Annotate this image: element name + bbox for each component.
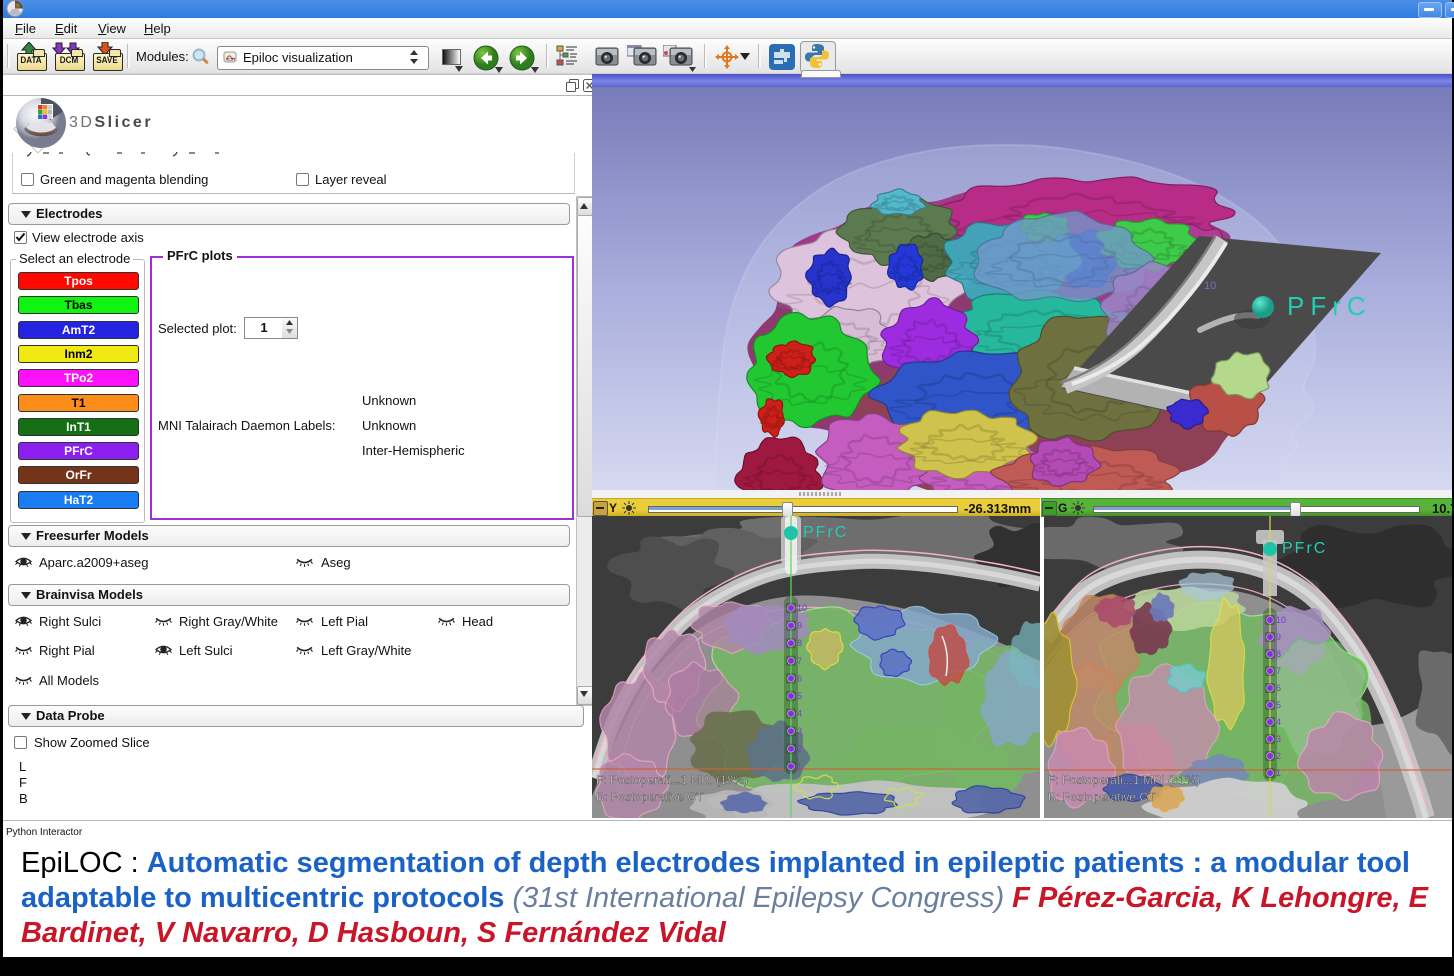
svg-text:5: 5 bbox=[1276, 700, 1281, 710]
svg-text:B: Postoperative CT: B: Postoperative CT bbox=[596, 790, 704, 804]
svg-text:10: 10 bbox=[1204, 280, 1216, 292]
svg-text:10: 10 bbox=[797, 603, 807, 613]
svg-text:6: 6 bbox=[1276, 683, 1281, 693]
svg-text:3: 3 bbox=[1276, 734, 1281, 744]
svg-text:PFrC: PFrC bbox=[1287, 291, 1372, 321]
svg-text:PFrC: PFrC bbox=[803, 524, 848, 541]
svg-text:10: 10 bbox=[1276, 615, 1286, 625]
svg-text:6: 6 bbox=[797, 673, 802, 683]
svg-text:PFrC: PFrC bbox=[1282, 540, 1327, 557]
svg-text:3: 3 bbox=[797, 726, 802, 736]
svg-text:1: 1 bbox=[1276, 768, 1281, 778]
svg-text:4: 4 bbox=[797, 709, 802, 719]
svg-text:B: Postoperative CT: B: Postoperative CT bbox=[1048, 790, 1156, 804]
svg-text:2: 2 bbox=[1276, 751, 1281, 761]
svg-text:icm: icm bbox=[227, 57, 235, 63]
svg-text:1: 1 bbox=[797, 761, 802, 771]
svg-text:2: 2 bbox=[797, 744, 802, 754]
svg-text:7: 7 bbox=[797, 656, 802, 666]
svg-text:9: 9 bbox=[797, 621, 802, 631]
svg-text:4: 4 bbox=[1276, 717, 1281, 727]
svg-text:7: 7 bbox=[1276, 666, 1281, 676]
svg-text:5: 5 bbox=[797, 691, 802, 701]
svg-text:8: 8 bbox=[797, 638, 802, 648]
svg-text:9: 9 bbox=[1276, 632, 1281, 642]
svg-text:F: Postoperati...1 MRI (31%): F: Postoperati...1 MRI (31%) bbox=[1048, 773, 1200, 787]
svg-text:8: 8 bbox=[1276, 649, 1281, 659]
svg-text:F: Postoperati...1 MRI (18%): F: Postoperati...1 MRI (18%) bbox=[596, 773, 748, 787]
